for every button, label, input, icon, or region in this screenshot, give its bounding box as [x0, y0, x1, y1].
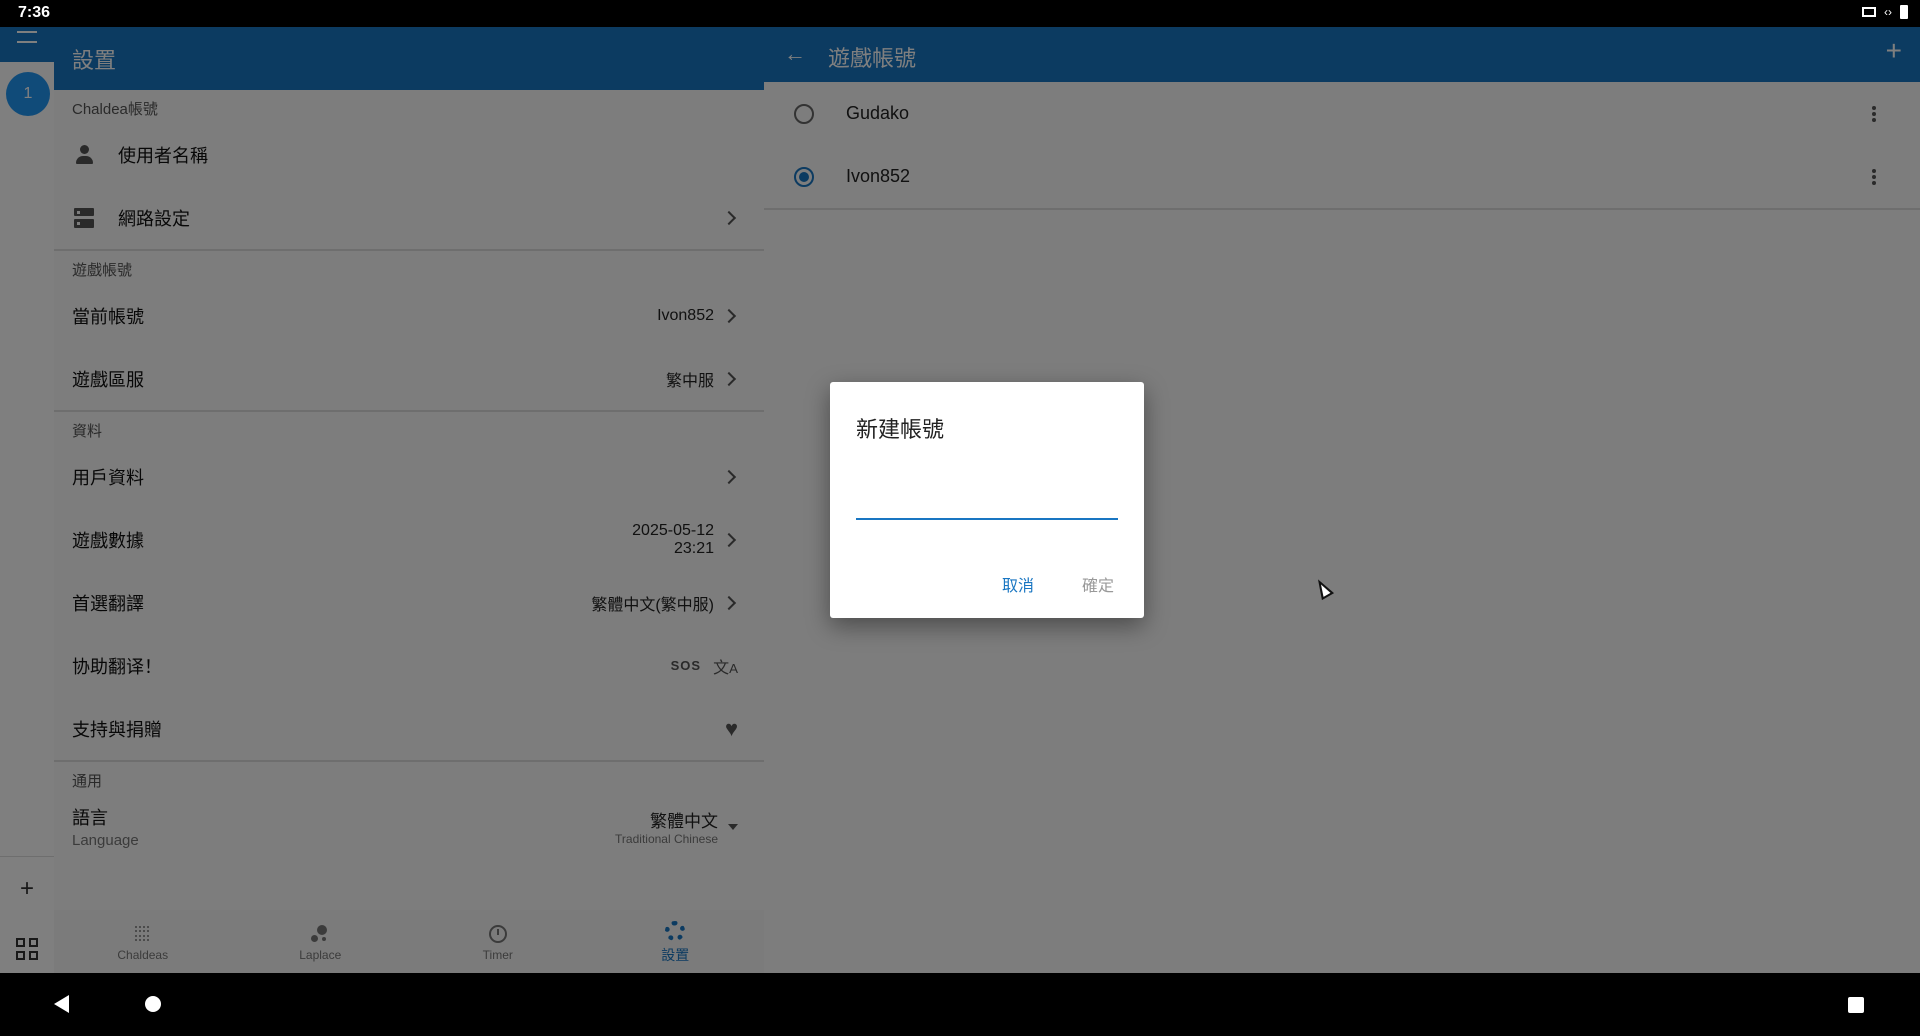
status-bar: 7:36 ‹›	[0, 0, 1920, 27]
account-name-input[interactable]	[856, 490, 1118, 520]
battery-icon	[1900, 5, 1908, 19]
cancel-button[interactable]: 取消	[1002, 572, 1034, 596]
nav-back-icon[interactable]	[54, 995, 69, 1013]
status-icons: ‹›	[1862, 5, 1908, 19]
screen-cast-icon	[1862, 7, 1876, 17]
dialog-title: 新建帳號	[856, 417, 945, 442]
status-time: 7:36	[18, 4, 51, 21]
new-account-dialog: 新建帳號 取消 確定	[830, 382, 1144, 618]
confirm-button[interactable]: 確定	[1082, 572, 1114, 596]
code-icon: ‹›	[1884, 5, 1892, 19]
nav-home-icon[interactable]	[145, 996, 161, 1012]
nav-recents-icon[interactable]	[1848, 997, 1864, 1013]
system-navigation-bar	[0, 973, 1920, 1036]
